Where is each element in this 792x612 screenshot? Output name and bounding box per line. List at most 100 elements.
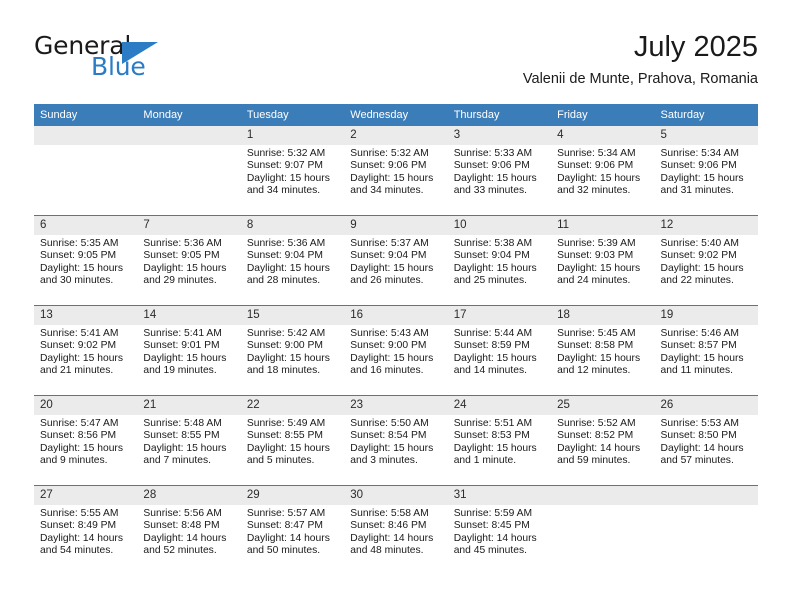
calendar-day-cell[interactable]: 9 Sunrise: 5:37 AM Sunset: 9:04 PM Daylight… — [344, 215, 448, 306]
calendar-day-cell[interactable]: 3 Sunrise: 5:33 AM Sunset: 9:06 PM Daylight… — [447, 126, 552, 216]
daylight-text: Daylight: 15 hours and 14 minutes. — [453, 352, 537, 377]
calendar-day-cell[interactable]: 10 Sunrise: 5:38 AM Sunset: 9:04 PM Dayligh… — [447, 215, 552, 306]
day-sun-info: Sunrise: 5:48 AM Sunset: 8:55 PM Daylight:… — [137, 415, 240, 468]
sunset-text: Sunset: 8:58 PM — [557, 340, 634, 352]
daylight-text: Daylight: 15 hours and 34 minutes. — [350, 172, 434, 197]
calendar-day-cell[interactable]: 12 Sunrise: 5:40 AM Sunset: 9:02 PM Dayligh… — [654, 215, 758, 306]
calendar-day-cell[interactable]: 21 Sunrise: 5:48 AM Sunset: 8:55 PM Dayligh… — [137, 395, 241, 486]
calendar-day-cell[interactable]: 19 Sunrise: 5:46 AM Sunset: 8:57 PM Dayligh… — [654, 305, 758, 396]
sunset-text: Sunset: 8:56 PM — [40, 430, 117, 442]
day-cell-inner: 9 Sunrise: 5:37 AM Sunset: 9:04 PM Daylight… — [344, 216, 448, 305]
sunset-text: Sunset: 8:47 PM — [246, 520, 323, 532]
calendar-day-cell[interactable]: 6 Sunrise: 5:35 AM Sunset: 9:05 PM Daylight… — [34, 215, 138, 306]
day-sun-info: Sunrise: 5:56 AM Sunset: 8:48 PM Daylight:… — [137, 505, 240, 558]
sunset-text: Sunset: 8:49 PM — [40, 520, 117, 532]
calendar-day-cell[interactable]: 25 Sunrise: 5:52 AM Sunset: 8:52 PM Dayligh… — [551, 395, 655, 486]
daylight-text: Daylight: 15 hours and 33 minutes. — [453, 172, 537, 197]
day-sun-info: Sunrise: 5:34 AM Sunset: 9:06 PM Daylight:… — [551, 145, 654, 198]
calendar-day-cell[interactable]: 16 Sunrise: 5:43 AM Sunset: 9:00 PM Dayligh… — [344, 305, 448, 396]
day-cell-inner: 28 Sunrise: 5:56 AM Sunset: 8:48 PM Dayligh… — [137, 486, 241, 575]
daylight-text: Daylight: 15 hours and 12 minutes. — [557, 352, 641, 377]
weekday-header-tuesday: Tuesday — [240, 104, 345, 126]
day-cell-inner: 29 Sunrise: 5:57 AM Sunset: 8:47 PM Dayligh… — [240, 486, 345, 575]
page-header: General Blue July 2025 Valenii de Munte,… — [34, 31, 758, 94]
calendar-day-cell[interactable]: 17 Sunrise: 5:44 AM Sunset: 8:59 PM Dayligh… — [447, 305, 552, 396]
calendar-day-cell[interactable]: 22 Sunrise: 5:49 AM Sunset: 8:55 PM Dayligh… — [240, 395, 345, 486]
day-cell-inner: 17 Sunrise: 5:44 AM Sunset: 8:59 PM Dayligh… — [447, 306, 552, 395]
day-number: 30 — [344, 486, 448, 505]
sunrise-text: Sunrise: 5:59 AM — [453, 508, 533, 519]
day-sun-info: Sunrise: 5:44 AM Sunset: 8:59 PM Daylight:… — [448, 325, 551, 378]
calendar-day-cell[interactable]: 5 Sunrise: 5:34 AM Sunset: 9:06 PM Daylight… — [654, 126, 758, 216]
day-number: 9 — [344, 216, 448, 235]
sunset-text: Sunset: 8:55 PM — [246, 430, 323, 442]
calendar-day-cell[interactable]: 2 Sunrise: 5:32 AM Sunset: 9:06 PM Daylight… — [344, 126, 448, 216]
calendar-day-cell[interactable]: 15 Sunrise: 5:42 AM Sunset: 9:00 PM Dayligh… — [240, 305, 345, 396]
day-cell-inner: 5 Sunrise: 5:34 AM Sunset: 9:06 PM Daylight… — [654, 126, 758, 215]
day-number: 27 — [34, 486, 138, 505]
day-cell-inner — [34, 126, 138, 215]
daylight-text: Daylight: 15 hours and 19 minutes. — [143, 352, 227, 377]
sunrise-text: Sunrise: 5:49 AM — [246, 418, 326, 429]
daylight-text: Daylight: 15 hours and 7 minutes. — [143, 442, 227, 467]
calendar-week-row: 20 Sunrise: 5:47 AM Sunset: 8:56 PM Dayligh… — [34, 395, 758, 486]
day-cell-inner: 18 Sunrise: 5:45 AM Sunset: 8:58 PM Dayligh… — [551, 306, 655, 395]
day-number: 6 — [34, 216, 138, 235]
daylight-text: Daylight: 15 hours and 9 minutes. — [40, 442, 123, 467]
day-number: 1 — [240, 126, 345, 145]
sunrise-text: Sunrise: 5:45 AM — [557, 328, 636, 339]
sunrise-text: Sunrise: 5:52 AM — [557, 418, 636, 429]
calendar-day-cell[interactable]: 20 Sunrise: 5:47 AM Sunset: 8:56 PM Dayligh… — [34, 395, 138, 486]
calendar-day-cell[interactable]: 28 Sunrise: 5:56 AM Sunset: 8:48 PM Dayligh… — [137, 485, 241, 575]
calendar-day-cell[interactable]: 13 Sunrise: 5:41 AM Sunset: 9:02 PM Dayligh… — [34, 305, 138, 396]
day-cell-inner: 22 Sunrise: 5:49 AM Sunset: 8:55 PM Dayligh… — [240, 396, 345, 485]
sunset-text: Sunset: 9:04 PM — [453, 250, 530, 262]
day-cell-inner: 7 Sunrise: 5:36 AM Sunset: 9:05 PM Daylight… — [137, 216, 241, 305]
day-cell-inner: 20 Sunrise: 5:47 AM Sunset: 8:56 PM Dayligh… — [34, 396, 138, 485]
calendar-day-cell[interactable]: 30 Sunrise: 5:58 AM Sunset: 8:46 PM Dayligh… — [344, 485, 448, 575]
calendar-day-cell[interactable]: 18 Sunrise: 5:45 AM Sunset: 8:58 PM Dayligh… — [551, 305, 655, 396]
calendar-week-row: 6 Sunrise: 5:35 AM Sunset: 9:05 PM Daylight… — [34, 215, 758, 306]
sunset-text: Sunset: 9:02 PM — [660, 250, 737, 262]
weekday-header-monday: Monday — [137, 104, 241, 126]
sunset-text: Sunset: 9:01 PM — [143, 340, 220, 352]
day-cell-inner: 15 Sunrise: 5:42 AM Sunset: 9:00 PM Dayligh… — [240, 306, 345, 395]
day-sun-info: Sunrise: 5:34 AM Sunset: 9:06 PM Daylight:… — [655, 145, 758, 198]
day-number: 7 — [137, 216, 241, 235]
day-number: 11 — [551, 216, 655, 235]
daylight-text: Daylight: 14 hours and 45 minutes. — [453, 532, 537, 557]
calendar-day-cell[interactable]: 11 Sunrise: 5:39 AM Sunset: 9:03 PM Dayligh… — [551, 215, 655, 306]
day-sun-info: Sunrise: 5:49 AM Sunset: 8:55 PM Daylight:… — [241, 415, 344, 468]
calendar-day-cell[interactable]: 26 Sunrise: 5:53 AM Sunset: 8:50 PM Dayligh… — [654, 395, 758, 486]
sunset-text: Sunset: 8:57 PM — [660, 340, 737, 352]
sunrise-text: Sunrise: 5:34 AM — [557, 148, 636, 159]
page-subtitle: Valenii de Munte, Prahova, Romania — [522, 71, 758, 87]
page-title: July 2025 — [633, 31, 758, 63]
calendar-day-cell[interactable]: 29 Sunrise: 5:57 AM Sunset: 8:47 PM Dayligh… — [240, 485, 345, 575]
day-number: 25 — [551, 396, 655, 415]
day-sun-info: Sunrise: 5:53 AM Sunset: 8:50 PM Daylight:… — [655, 415, 758, 468]
calendar-day-cell[interactable]: 14 Sunrise: 5:41 AM Sunset: 9:01 PM Dayligh… — [137, 305, 241, 396]
calendar-day-cell[interactable]: 27 Sunrise: 5:55 AM Sunset: 8:49 PM Dayligh… — [34, 485, 138, 575]
day-sun-info: Sunrise: 5:57 AM Sunset: 8:47 PM Daylight:… — [241, 505, 344, 558]
sunset-text: Sunset: 8:50 PM — [660, 430, 737, 442]
day-cell-inner: 25 Sunrise: 5:52 AM Sunset: 8:52 PM Dayligh… — [551, 396, 655, 485]
day-cell-inner: 12 Sunrise: 5:40 AM Sunset: 9:02 PM Dayligh… — [654, 216, 758, 305]
day-number: 15 — [240, 306, 345, 325]
calendar-day-cell[interactable]: 24 Sunrise: 5:51 AM Sunset: 8:53 PM Dayligh… — [447, 395, 552, 486]
calendar-week-row: 27 Sunrise: 5:55 AM Sunset: 8:49 PM Dayligh… — [34, 485, 758, 575]
day-number: 31 — [447, 486, 552, 505]
daylight-text: Daylight: 15 hours and 11 minutes. — [660, 352, 744, 377]
calendar-day-cell[interactable]: 4 Sunrise: 5:34 AM Sunset: 9:06 PM Daylight… — [551, 126, 655, 216]
calendar-day-cell[interactable]: 1 Sunrise: 5:32 AM Sunset: 9:07 PM Daylight… — [240, 126, 345, 216]
day-cell-inner: 16 Sunrise: 5:43 AM Sunset: 9:00 PM Dayligh… — [344, 306, 448, 395]
sunrise-text: Sunrise: 5:32 AM — [350, 148, 429, 159]
daylight-text: Daylight: 14 hours and 52 minutes. — [143, 532, 227, 557]
sunset-text: Sunset: 8:45 PM — [453, 520, 530, 532]
sunrise-text: Sunrise: 5:51 AM — [453, 418, 533, 429]
calendar-day-cell[interactable]: 31 Sunrise: 5:59 AM Sunset: 8:45 PM Dayligh… — [447, 485, 552, 575]
day-number: 18 — [551, 306, 655, 325]
calendar-day-cell[interactable]: 23 Sunrise: 5:50 AM Sunset: 8:54 PM Dayligh… — [344, 395, 448, 486]
calendar-day-cell[interactable]: 7 Sunrise: 5:36 AM Sunset: 9:05 PM Daylight… — [137, 215, 241, 306]
calendar-day-cell[interactable]: 8 Sunrise: 5:36 AM Sunset: 9:04 PM Daylight… — [240, 215, 345, 306]
